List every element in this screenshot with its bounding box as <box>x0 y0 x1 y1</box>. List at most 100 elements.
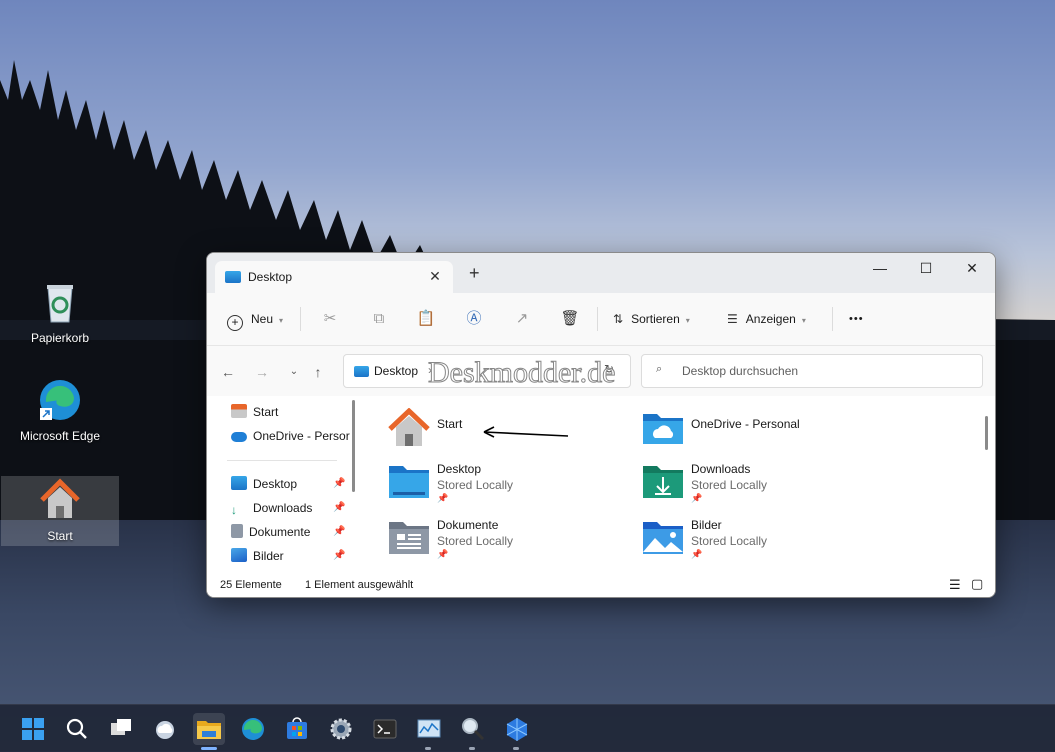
item-name: OneDrive - Personal <box>691 417 800 431</box>
chevron-down-icon: ▾ <box>279 316 284 325</box>
address-path: Desktop <box>374 364 419 378</box>
edge-icon <box>242 718 264 740</box>
new-button[interactable]: + Neu ▾ <box>227 307 283 331</box>
sidebar-item-downloads[interactable]: ↓ Downloads <box>231 497 312 519</box>
sidebar-item-start[interactable]: Start <box>231 401 278 423</box>
desktop-folder-icon <box>354 366 369 377</box>
minimize-button[interactable]: — <box>857 253 903 285</box>
pin-icon: 📌 <box>437 549 449 559</box>
item-status: Stored Locally <box>691 534 768 548</box>
chevron-down-icon: ▾ <box>801 316 806 325</box>
document-icon <box>231 524 243 538</box>
up-arrow-icon[interactable]: ↑ <box>309 363 327 381</box>
tab-close-button[interactable]: ✕ <box>425 266 445 286</box>
forward-arrow-icon[interactable]: → <box>253 363 271 381</box>
taskbar-magnifier[interactable] <box>457 713 489 745</box>
recycle-bin-icon <box>47 285 73 323</box>
file-explorer-icon <box>197 721 221 739</box>
sort-button[interactable]: ⇅ Sortieren ▾ <box>613 307 690 331</box>
item-count: 25 Elemente <box>220 579 282 591</box>
running-app-indicator <box>513 747 519 750</box>
taskbar-settings[interactable] <box>325 713 357 745</box>
settings-icon <box>330 718 352 740</box>
desktop-icon-edge[interactable]: Microsoft Edge <box>1 376 119 446</box>
copy-icon[interactable]: ⧉ <box>368 308 390 330</box>
sidebar-item-onedrive[interactable]: OneDrive - Persor <box>231 425 350 447</box>
maximize-button[interactable]: ☐ <box>903 253 949 285</box>
desktop-icon-start[interactable]: Start <box>1 476 119 546</box>
documents-folder-icon <box>389 522 429 554</box>
tab-label: Desktop <box>248 270 293 284</box>
cut-icon[interactable]: ✂ <box>319 308 341 330</box>
list-item[interactable]: OneDrive - Personal <box>641 408 881 456</box>
chevron-down-icon: ▾ <box>685 316 690 325</box>
pin-icon: 📌 <box>437 493 449 503</box>
start-button[interactable] <box>17 713 49 745</box>
taskbar-file-explorer[interactable] <box>193 713 225 745</box>
rename-icon[interactable]: Ⓐ <box>463 308 485 330</box>
search-input[interactable]: ⌕ Desktop durchsuchen <box>641 354 983 388</box>
watermark: Deskmodder.de <box>427 356 616 390</box>
sidebar-scrollbar[interactable] <box>352 400 355 492</box>
new-tab-button[interactable]: + <box>469 264 480 282</box>
desktop-icon-recycle-bin[interactable]: Papierkorb <box>1 278 119 348</box>
widgets-icon <box>156 721 174 739</box>
taskbar-resource-monitor[interactable] <box>413 713 445 745</box>
pictures-icon <box>231 548 247 562</box>
delete-icon[interactable]: 🗑 <box>559 308 581 330</box>
list-item[interactable]: Downloads Stored Locally 📌 <box>641 462 861 510</box>
details-view-icon[interactable]: ☰ <box>949 577 961 593</box>
magnifier-icon <box>462 718 485 741</box>
toolbar-divider <box>597 307 598 331</box>
paste-icon[interactable]: 📋 <box>415 308 437 330</box>
taskbar-search-button[interactable] <box>61 713 93 745</box>
tiles-view-icon[interactable]: ▢ <box>971 576 983 592</box>
more-options-button[interactable]: ••• <box>849 307 864 331</box>
selection-count: 1 Element ausgewählt <box>305 579 414 591</box>
taskbar-store[interactable] <box>281 713 313 745</box>
home-icon <box>40 478 80 518</box>
desktop-icon-label: Microsoft Edge <box>19 429 101 443</box>
onedrive-icon <box>231 432 247 442</box>
recent-locations-chevron-icon[interactable]: ⌄ <box>285 363 303 381</box>
home-icon <box>231 404 247 418</box>
list-item[interactable]: Bilder Stored Locally 📌 <box>641 518 861 566</box>
item-status: Stored Locally <box>437 534 514 548</box>
list-item[interactable]: Dokumente Stored Locally 📌 <box>387 518 607 566</box>
title-bar: Desktop ✕ + — ☐ ✕ <box>207 253 995 293</box>
resource-monitor-icon <box>417 719 441 738</box>
view-button-label: Anzeigen <box>745 312 796 326</box>
content-scrollbar[interactable] <box>985 416 988 450</box>
navigation-pane: Start OneDrive - Persor Desktop 📌 ↓ Downl… <box>217 398 357 576</box>
download-icon: ↓ <box>231 503 237 517</box>
share-icon[interactable]: ↗ <box>511 308 533 330</box>
sidebar-item-pictures[interactable]: Bilder <box>231 545 284 567</box>
pin-icon: 📌 <box>691 549 703 559</box>
taskbar-edge[interactable] <box>237 713 269 745</box>
sidebar-item-desktop[interactable]: Desktop <box>231 473 297 495</box>
desktop-folder-icon <box>225 271 241 283</box>
downloads-folder-icon <box>643 466 683 498</box>
desktop-icon-label: Papierkorb <box>30 331 90 345</box>
tab-desktop[interactable]: Desktop ✕ <box>215 261 453 293</box>
back-arrow-icon[interactable]: ← <box>219 363 237 381</box>
view-icon: ☰ <box>727 312 738 326</box>
taskbar <box>0 704 1055 752</box>
sidebar-item-documents[interactable]: Dokumente <box>231 521 310 543</box>
search-icon <box>66 718 87 739</box>
close-button[interactable]: ✕ <box>949 253 995 285</box>
task-view-button[interactable] <box>105 713 137 745</box>
list-item[interactable]: Desktop Stored Locally 📌 <box>387 462 607 510</box>
item-name: Desktop <box>437 462 482 476</box>
taskbar-terminal[interactable] <box>369 713 401 745</box>
sidebar-item-label: Desktop <box>253 477 298 491</box>
new-button-label: Neu <box>251 312 274 326</box>
pictures-folder-icon <box>643 522 683 554</box>
view-button[interactable]: ☰ Anzeigen ▾ <box>727 307 806 331</box>
start-icon <box>22 718 44 740</box>
widgets-button[interactable] <box>149 713 181 745</box>
desktop-icon-label: Start <box>47 529 73 543</box>
search-icon: ⌕ <box>656 363 663 375</box>
taskbar-app[interactable] <box>501 713 533 745</box>
item-status: Stored Locally <box>437 478 514 492</box>
